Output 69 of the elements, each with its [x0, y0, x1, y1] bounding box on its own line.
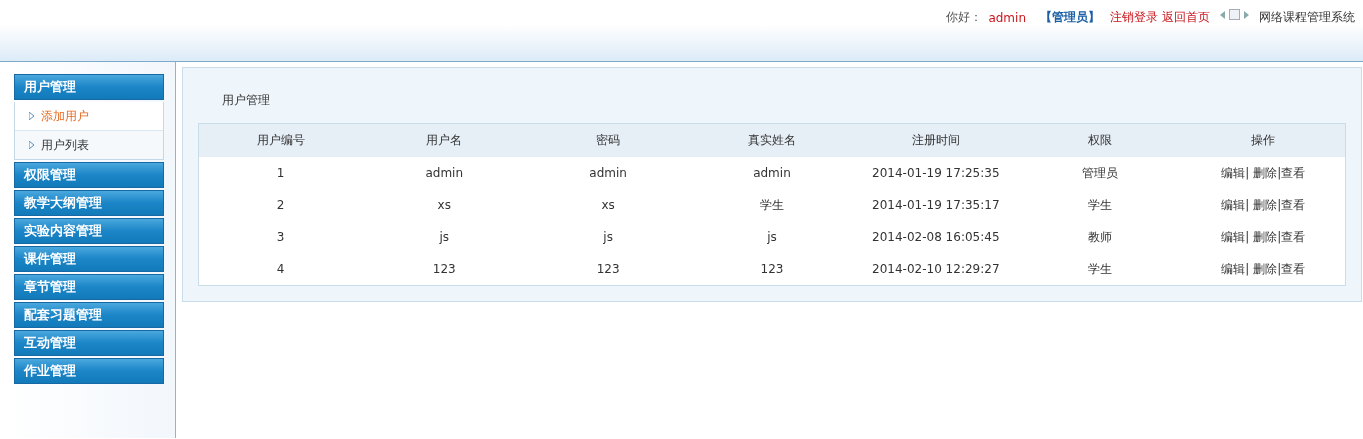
right-arrow-icon[interactable]: [1244, 10, 1249, 19]
column-header: 权限: [1017, 123, 1182, 157]
triangle-icon: [29, 141, 34, 149]
username: admin: [988, 10, 1026, 25]
action-link[interactable]: 删除: [1253, 197, 1278, 212]
table-cell: js: [526, 221, 691, 253]
column-header: 操作: [1181, 123, 1346, 157]
table-cell: 4: [198, 253, 363, 286]
greeting-label: 你好：: [946, 9, 983, 26]
table-cell: 123: [362, 253, 527, 286]
table-cell: 3: [198, 221, 363, 253]
header-link[interactable]: 返回首页: [1162, 9, 1210, 26]
separator: |: [1245, 165, 1250, 180]
table-cell: 学生: [1017, 189, 1182, 221]
column-header: 密码: [526, 123, 691, 157]
table-cell: 2: [198, 189, 363, 221]
action-link[interactable]: 查看: [1281, 165, 1306, 180]
table-cell: admin: [362, 157, 527, 189]
table-cell: 学生: [690, 189, 854, 221]
separator: |: [1245, 261, 1250, 276]
left-arrow-icon[interactable]: [1220, 10, 1225, 19]
column-header: 用户名: [362, 123, 527, 157]
separator: |: [1277, 197, 1282, 212]
menu-item[interactable]: 用户列表: [15, 131, 163, 159]
table-cell: xs: [526, 189, 691, 221]
table-cell: 教师: [1017, 221, 1182, 253]
menu-group-header[interactable]: 课件管理: [14, 246, 164, 272]
action-link[interactable]: 查看: [1281, 229, 1306, 244]
panel-title: 用户管理: [222, 92, 270, 109]
table-cell: admin: [690, 157, 854, 189]
action-link[interactable]: 删除: [1253, 165, 1278, 180]
menu-group-header[interactable]: 章节管理: [14, 274, 164, 300]
column-header: 注册时间: [853, 123, 1018, 157]
header-link[interactable]: 注销登录: [1110, 9, 1158, 26]
action-link[interactable]: 删除: [1253, 261, 1278, 276]
menu-group-header[interactable]: 互动管理: [14, 330, 164, 356]
table-cell: 管理员: [1017, 157, 1182, 189]
menu-group-header[interactable]: 用户管理: [14, 74, 164, 100]
table-cell: 2014-02-08 16:05:45: [853, 221, 1018, 253]
action-link[interactable]: 查看: [1281, 261, 1306, 276]
separator: |: [1245, 229, 1250, 244]
table-cell: 2014-02-10 12:29:27: [853, 253, 1018, 286]
menu-group-header[interactable]: 配套习题管理: [14, 302, 164, 328]
separator: |: [1277, 229, 1282, 244]
column-header: 用户编号: [198, 123, 363, 157]
menu-group-header[interactable]: 教学大纲管理: [14, 190, 164, 216]
menu-group-header[interactable]: 作业管理: [14, 358, 164, 384]
table-cell: 1: [198, 157, 363, 189]
table-cell: 2014-01-19 17:25:35: [853, 157, 1018, 189]
separator: |: [1277, 165, 1282, 180]
table-cell: js: [362, 221, 527, 253]
separator: |: [1245, 197, 1250, 212]
table-cell: xs: [362, 189, 527, 221]
menu-group-header[interactable]: 实验内容管理: [14, 218, 164, 244]
window-icon[interactable]: [1229, 9, 1240, 20]
table-cell: 123: [690, 253, 854, 286]
table-cell: 学生: [1017, 253, 1182, 286]
column-header: 真实姓名: [690, 123, 854, 157]
table-cell: js: [690, 221, 854, 253]
system-title: 网络课程管理系统: [1259, 9, 1355, 26]
triangle-icon: [29, 112, 34, 120]
separator: |: [1277, 261, 1282, 276]
action-link[interactable]: 删除: [1253, 229, 1278, 244]
action-link[interactable]: 查看: [1281, 197, 1306, 212]
menu-group-header[interactable]: 权限管理: [14, 162, 164, 188]
table-cell: 123: [526, 253, 691, 286]
table-cell: admin: [526, 157, 691, 189]
role-label: 【管理员】: [1040, 9, 1100, 26]
table-cell: 2014-01-19 17:35:17: [853, 189, 1018, 221]
